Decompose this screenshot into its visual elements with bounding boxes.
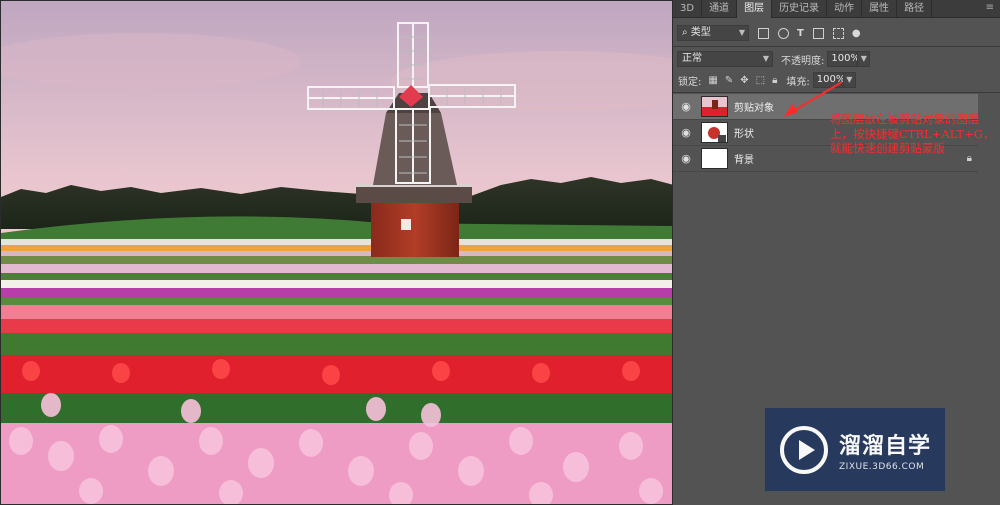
watermark-title: 溜溜自学 xyxy=(839,433,932,459)
panel-tabs: 3D 通道 图层 历史记录 动作 属性 路径 ≡ xyxy=(673,0,1000,18)
chevron-down-icon: ▼ xyxy=(762,54,769,63)
tab-3d[interactable]: 3D xyxy=(673,0,703,18)
shape-filter-icon[interactable] xyxy=(812,27,824,39)
annotation-text: 将图层放在被剪贴对象的图层上，按快捷键CTRL+ALT+G，就能快速创建剪贴蒙版 xyxy=(830,112,995,155)
tab-actions[interactable]: 动作 xyxy=(827,0,863,18)
brush-lock-icon[interactable]: ✎ xyxy=(725,75,733,86)
canvas-image[interactable] xyxy=(0,0,673,505)
layer-filter-select[interactable]: ⌕ 类型 ▼ xyxy=(677,25,749,41)
layer-thumbnail xyxy=(701,96,728,117)
tab-channels[interactable]: 通道 xyxy=(702,0,738,18)
tulip-windmill-photo xyxy=(1,1,672,504)
blend-mode-select[interactable]: 正常 ▼ xyxy=(677,51,773,67)
eye-icon[interactable]: ◉ xyxy=(673,126,699,139)
lock-icon[interactable]: 🔒︎ xyxy=(772,75,777,86)
search-icon: ⌕ xyxy=(682,27,688,38)
watermark: 溜溜自学 ZIXUE.3D66.COM xyxy=(765,408,945,491)
opacity-label: 不透明度: xyxy=(781,55,825,67)
tab-layers[interactable]: 图层 xyxy=(737,0,773,18)
adjust-filter-icon[interactable] xyxy=(778,27,789,39)
blend-mode-value: 正常 xyxy=(682,53,702,64)
chevron-down-icon: ▼ xyxy=(738,28,745,37)
pixel-filter-icon[interactable] xyxy=(758,27,769,39)
panel-menu-icon[interactable]: ≡ xyxy=(986,2,994,13)
lock-label: 锁定: xyxy=(678,76,702,88)
layer-name: 剪贴对象 xyxy=(734,103,774,114)
layer-thumbnail xyxy=(701,122,728,143)
opacity-input[interactable]: 100% xyxy=(827,51,860,67)
layer-filter-label: 类型 xyxy=(690,27,711,38)
toggle-filter-icon[interactable]: ● xyxy=(852,28,861,39)
watermark-subtitle: ZIXUE.3D66.COM xyxy=(839,461,925,472)
play-logo-icon xyxy=(780,425,828,474)
tab-paths[interactable]: 路径 xyxy=(897,0,933,18)
layer-name: 形状 xyxy=(734,129,754,140)
smart-filter-icon[interactable] xyxy=(832,27,844,39)
layer-thumbnail xyxy=(701,148,728,169)
tab-properties[interactable]: 属性 xyxy=(862,0,898,18)
opacity-dropdown-button[interactable]: ▼ xyxy=(857,51,871,67)
artboard-lock-icon[interactable]: ⬚ xyxy=(756,75,765,86)
tab-history[interactable]: 历史记录 xyxy=(772,0,828,18)
layer-name: 背景 xyxy=(734,155,754,166)
type-filter-icon[interactable]: T xyxy=(797,28,804,39)
eye-icon[interactable]: ◉ xyxy=(673,152,699,165)
lock-transparent-icon[interactable]: ▦ xyxy=(708,75,717,86)
move-lock-icon[interactable]: ✥ xyxy=(740,75,748,86)
eye-icon[interactable]: ◉ xyxy=(673,100,699,113)
